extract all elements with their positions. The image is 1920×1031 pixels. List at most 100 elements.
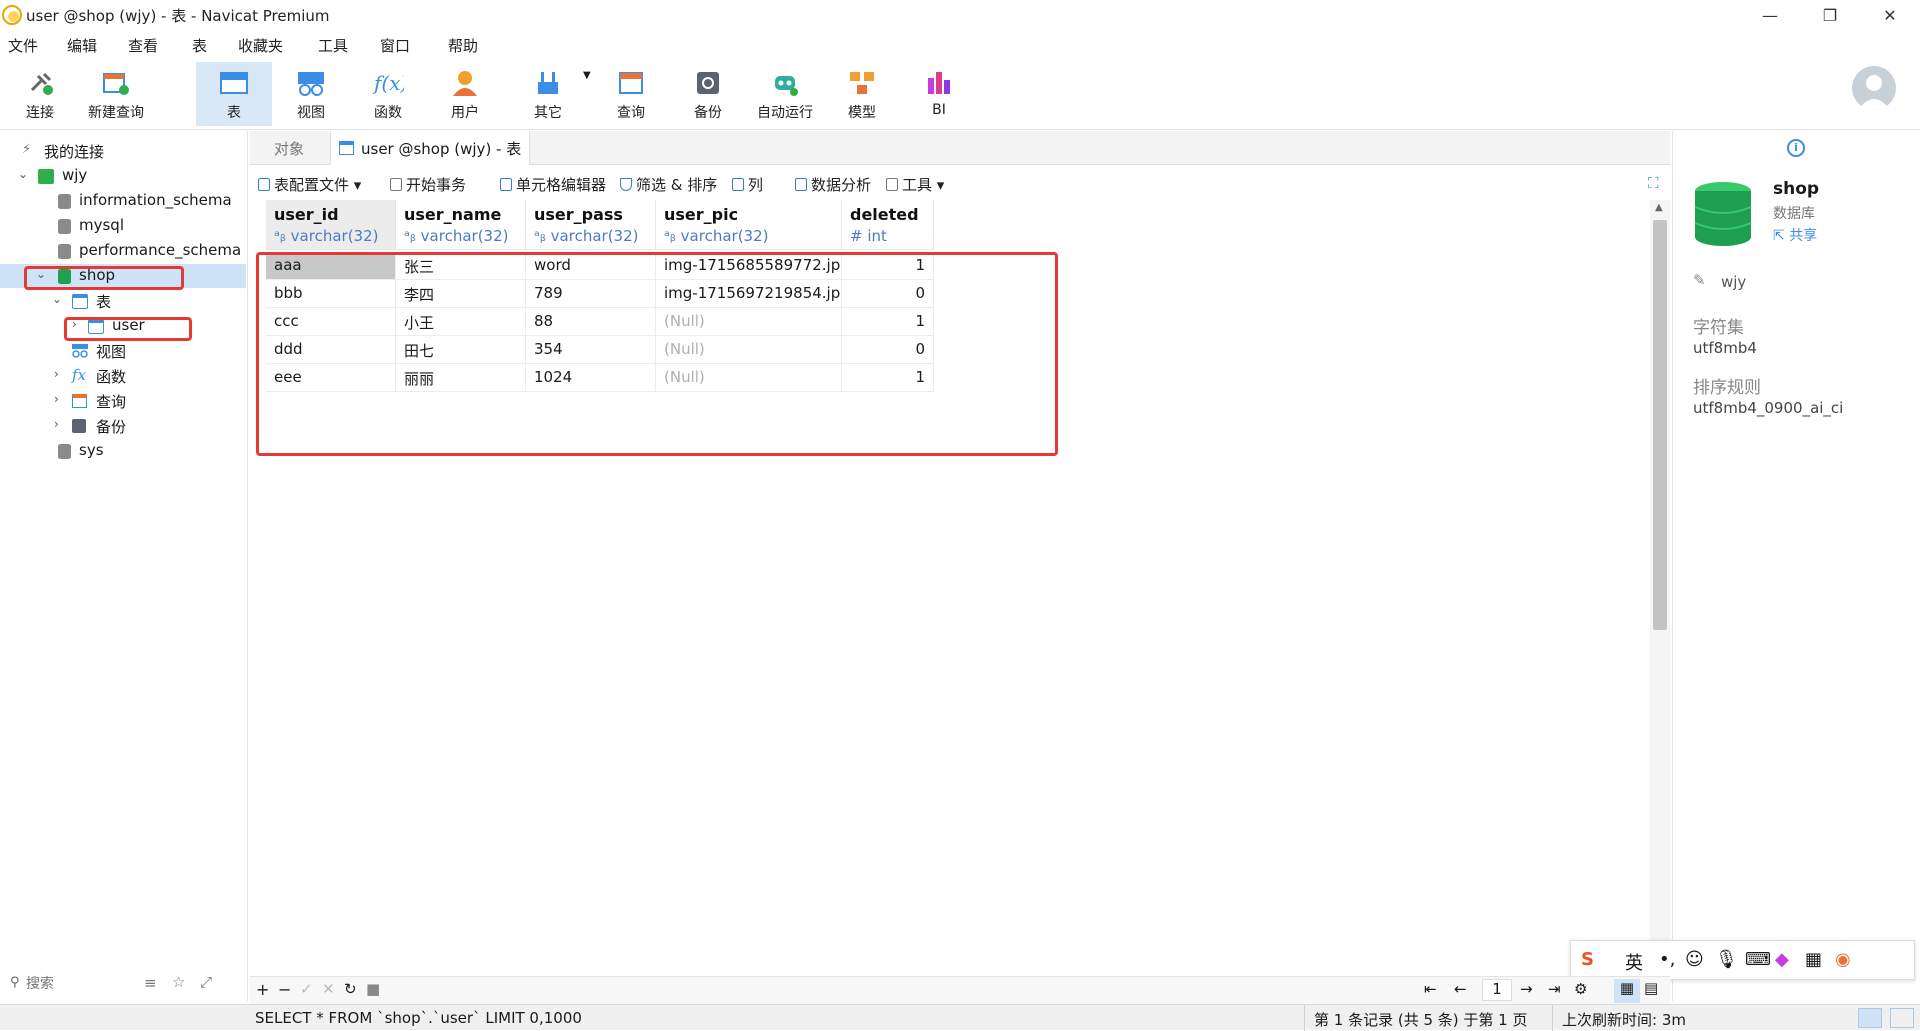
sogou-logo-icon[interactable]: S <box>1581 949 1594 970</box>
toggle-left-panel-icon[interactable] <box>1858 1008 1882 1028</box>
ime-language-toggle[interactable]: 英 <box>1625 949 1643 975</box>
chevron-right-icon[interactable]: › <box>54 367 59 381</box>
menu-edit[interactable]: 编辑 <box>67 35 97 56</box>
menu-window[interactable]: 窗口 <box>380 35 410 56</box>
vertical-scrollbar[interactable]: ▲ <box>1650 200 1670 978</box>
tree-backups-folder[interactable]: › 备份 <box>0 414 246 438</box>
close-button[interactable]: ✕ <box>1860 0 1920 30</box>
tree-db-sys[interactable]: sys <box>0 439 246 463</box>
search-input[interactable] <box>26 973 136 995</box>
tab-bar: 对象 user @shop (wjy) - 表 <box>250 131 1670 165</box>
column-header-user-name[interactable]: user_name ᵃᵦ varchar(32) <box>396 200 526 250</box>
minimize-button[interactable]: — <box>1740 0 1800 30</box>
toggle-right-panel-icon[interactable] <box>1890 1008 1914 1028</box>
column-header-user-pass[interactable]: user_pass ᵃᵦ varchar(32) <box>526 200 656 250</box>
menu-view[interactable]: 查看 <box>128 35 158 56</box>
tools-button[interactable]: 工具 ▾ <box>886 174 944 195</box>
filter-icon[interactable]: ≡ <box>144 974 157 992</box>
punctuation-icon[interactable]: •, <box>1659 949 1675 970</box>
tree-tables-folder[interactable]: ⌄ 表 <box>0 289 246 313</box>
tree-root-my-connections[interactable]: ⚡ 我的连接 <box>0 139 246 163</box>
skin-icon[interactable]: ◆ <box>1775 949 1789 970</box>
chart-icon <box>795 178 807 191</box>
delete-record-button[interactable]: − <box>278 980 291 999</box>
scrollbar-thumb[interactable] <box>1653 220 1667 630</box>
tab-user-table[interactable]: user @shop (wjy) - 表 <box>330 131 530 165</box>
tree-functions-folder[interactable]: › fx 函数 <box>0 364 246 388</box>
highlight-box <box>64 317 192 341</box>
menu-file[interactable]: 文件 <box>8 35 38 56</box>
other-tool-button[interactable]: 其它 <box>510 62 586 126</box>
chevron-down-icon[interactable]: ⌄ <box>52 292 62 306</box>
form-view-icon[interactable]: ▤ <box>1644 979 1658 997</box>
menu-table[interactable]: 表 <box>192 35 207 56</box>
scroll-up-icon[interactable]: ▲ <box>1655 202 1663 213</box>
backup-tool-button[interactable]: 备份 <box>670 62 746 126</box>
chevron-down-icon[interactable]: ⌄ <box>18 167 28 181</box>
prev-page-button[interactable]: ← <box>1454 980 1467 998</box>
first-page-button[interactable]: ⇤ <box>1424 980 1437 998</box>
function-tool-button[interactable]: f(x) 函数 <box>350 62 426 126</box>
menu-help[interactable]: 帮助 <box>448 35 478 56</box>
collapse-icon[interactable]: ⤢ <box>200 973 212 991</box>
last-page-button[interactable]: ⇥ <box>1548 980 1561 998</box>
tree-db-performance-schema[interactable]: performance_schema <box>0 239 246 263</box>
table-tool-button[interactable]: 表 <box>196 62 272 126</box>
filter-sort-button[interactable]: 筛选 & 排序 <box>620 174 717 195</box>
column-header-deleted[interactable]: deleted # int <box>842 200 934 250</box>
keyboard-icon[interactable]: ⌨ <box>1745 949 1771 970</box>
tree-db-information-schema[interactable]: information_schema <box>0 189 246 213</box>
stop-button[interactable]: ■ <box>366 980 380 998</box>
query-tool-button[interactable]: 查询 <box>593 62 669 126</box>
chevron-right-icon[interactable]: › <box>54 392 59 406</box>
info-icon[interactable]: i <box>1787 139 1805 157</box>
settings-gear-icon[interactable]: ⚙ <box>1574 980 1587 998</box>
data-grid: user_id ᵃᵦ varchar(32) user_name ᵃᵦ varc… <box>256 200 1652 978</box>
star-icon[interactable]: ☆ <box>172 973 185 991</box>
mascot-icon[interactable]: ◉ <box>1835 949 1851 970</box>
avatar[interactable] <box>1852 66 1896 110</box>
column-header-user-pic[interactable]: user_pic ᵃᵦ varchar(32) <box>656 200 842 250</box>
filter-icon <box>620 178 632 191</box>
model-tool-button[interactable]: 模型 <box>824 62 900 126</box>
tree-views-folder[interactable]: 视图 <box>0 339 246 363</box>
tree-db-mysql[interactable]: mysql <box>0 214 246 238</box>
function-icon: fx <box>72 366 87 384</box>
emoji-icon[interactable]: ☺ <box>1685 949 1704 970</box>
page-number-input[interactable]: 1 <box>1482 979 1512 1001</box>
refresh-button[interactable]: ↻ <box>344 980 357 998</box>
edit-icon <box>500 178 512 191</box>
discard-changes-button[interactable]: ✕ <box>322 980 335 998</box>
restore-button[interactable]: ❐ <box>1800 0 1860 30</box>
next-page-button[interactable]: → <box>1520 980 1533 998</box>
grid-view-icon[interactable]: ▦ <box>1614 979 1640 1003</box>
menu-favorites[interactable]: 收藏夹 <box>238 35 283 56</box>
main-toolbar: 连接 新建查询 表 视图 f(x) 函数 用户 其它 ▼ 查询 备份 自动运行 … <box>0 58 1920 130</box>
data-analysis-button[interactable]: 数据分析 <box>795 174 871 195</box>
bi-tool-button[interactable]: BI <box>901 62 977 126</box>
view-tool-button[interactable]: 视图 <box>273 62 349 126</box>
column-header-user-id[interactable]: user_id ᵃᵦ varchar(32) <box>266 200 396 250</box>
connect-button[interactable]: 连接 <box>2 62 78 126</box>
other-dropdown-icon[interactable]: ▼ <box>583 70 591 81</box>
menu-tools[interactable]: 工具 <box>318 35 348 56</box>
database-icon <box>58 194 71 209</box>
microphone-icon[interactable]: 🎙 <box>1715 949 1738 970</box>
apply-changes-button[interactable]: ✓ <box>300 980 313 998</box>
tab-objects[interactable]: 对象 <box>250 131 328 165</box>
add-record-button[interactable]: + <box>256 980 269 999</box>
new-query-button[interactable]: 新建查询 <box>78 62 154 126</box>
table-profile-button[interactable]: 表配置文件 ▾ <box>258 174 361 195</box>
tree-connection-wjy[interactable]: ⌄ wjy <box>0 164 246 188</box>
user-tool-button[interactable]: 用户 <box>427 62 503 126</box>
begin-transaction-button[interactable]: 开始事务 <box>390 174 466 195</box>
columns-button[interactable]: 列 <box>732 174 763 195</box>
cell-editor-button[interactable]: 单元格编辑器 <box>500 174 606 195</box>
new-query-icon <box>100 68 132 98</box>
automation-tool-button[interactable]: 自动运行 <box>747 62 823 126</box>
chevron-right-icon[interactable]: › <box>54 417 59 431</box>
fullscreen-icon[interactable]: ⛶ <box>1648 174 1659 192</box>
tree-queries-folder[interactable]: › 查询 <box>0 389 246 413</box>
toolbox-grid-icon[interactable]: ▦ <box>1805 949 1822 970</box>
share-link[interactable]: ⇱ 共享 <box>1773 225 1817 245</box>
